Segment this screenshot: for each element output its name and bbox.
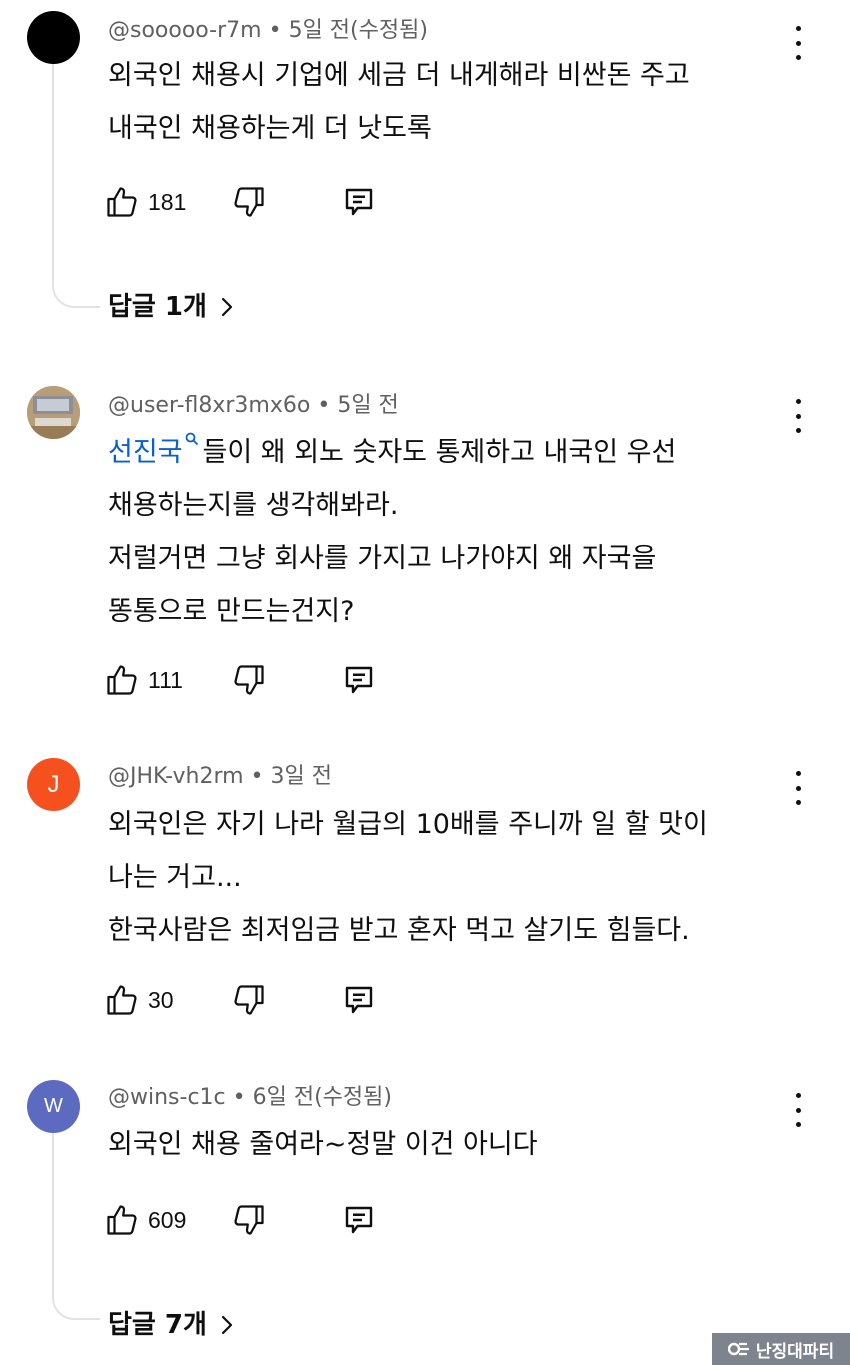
comment-line: 내국인 채용하는게 더 낫도록 xyxy=(108,113,432,144)
comment-time: 6일 전(수정됨) xyxy=(252,1085,392,1110)
reply-button[interactable] xyxy=(341,182,377,222)
comment-text: 외국인 채용시 기업에 세금 더 내게해라 비싼돈 주고 내국인 채용하는게 더… xyxy=(108,49,788,155)
comment-reply-icon xyxy=(345,1206,373,1234)
replies-count: 답글 7개 xyxy=(108,1310,207,1340)
comment-time: 5일 전(수정됨) xyxy=(288,18,428,43)
comment-line: 들이 왜 외노 숫자도 통제하고 내국인 우선 xyxy=(202,437,677,468)
avatar-letter: J xyxy=(47,770,60,798)
dislike-button[interactable] xyxy=(231,980,267,1020)
thumb-up-icon xyxy=(107,985,137,1015)
like-button[interactable]: 30 xyxy=(104,980,174,1020)
meta-separator: • xyxy=(232,1085,246,1110)
avatar-letter: W xyxy=(44,1095,63,1117)
comment-line: 저럴거면 그냥 회사를 가지고 나가야지 왜 자국을 xyxy=(108,543,657,574)
comment-text: 외국인 채용 줄여라~정말 이건 아니다 xyxy=(108,1118,788,1171)
thread-line xyxy=(52,1133,100,1320)
chevron-right-icon xyxy=(221,1315,233,1335)
thumb-up-icon xyxy=(107,187,137,217)
comment-author[interactable]: @sooooo-r7m xyxy=(108,18,262,43)
comment-line: 나는 거고... xyxy=(108,862,242,893)
comment-line: 외국인 채용 줄여라~정말 이건 아니다 xyxy=(108,1129,538,1160)
comment-author[interactable]: @JHK-vh2rm xyxy=(108,764,244,789)
comment-reply-icon xyxy=(345,188,373,216)
dislike-button[interactable] xyxy=(231,182,267,222)
thumb-up-icon xyxy=(107,1205,137,1235)
watermark-text: 난징대파티 xyxy=(755,1341,835,1362)
comment-time: 5일 전 xyxy=(337,393,399,418)
comment-author[interactable]: @wins-c1c xyxy=(108,1085,226,1110)
avatar-photo xyxy=(27,386,80,439)
kebab-menu-icon[interactable] xyxy=(786,26,810,60)
comment-text: 선진국 들이 왜 외노 숫자도 통제하고 내국인 우선 채용하는지를 생각해봐라.… xyxy=(108,426,788,638)
like-count: 30 xyxy=(148,987,174,1013)
thumb-down-icon xyxy=(234,187,264,217)
thumb-down-icon xyxy=(234,1205,264,1235)
meta-separator: • xyxy=(268,18,282,43)
avatar[interactable]: W xyxy=(27,1080,80,1133)
view-replies-button[interactable]: 답글 1개 xyxy=(108,289,235,325)
meta-separator: • xyxy=(250,764,264,789)
thread-line xyxy=(52,64,100,308)
comment-meta: @wins-c1c • 6일 전(수정됨) xyxy=(108,1083,392,1113)
comment-line: 외국인 채용시 기업에 세금 더 내게해라 비싼돈 주고 xyxy=(108,60,690,91)
comment-line: 외국인은 자기 나라 월급의 10배를 주니까 일 할 맛이 xyxy=(108,809,708,840)
comment-time: 3일 전 xyxy=(270,764,333,789)
reply-button[interactable] xyxy=(341,660,377,700)
kebab-menu-icon[interactable] xyxy=(786,771,810,805)
reply-button[interactable] xyxy=(341,1200,377,1240)
comment-line: 똥통으로 만드는건지? xyxy=(108,596,355,627)
comment-text: 외국인은 자기 나라 월급의 10배를 주니까 일 할 맛이 나는 거고... … xyxy=(108,798,788,957)
like-button[interactable]: 181 xyxy=(104,182,186,222)
reply-button[interactable] xyxy=(341,980,377,1020)
chevron-right-icon xyxy=(221,297,233,317)
comment-reply-icon xyxy=(345,986,373,1014)
watermark: 난징대파티 xyxy=(712,1333,850,1365)
kebab-menu-icon[interactable] xyxy=(786,399,810,433)
comment-reply-icon xyxy=(345,666,373,694)
avatar[interactable] xyxy=(27,11,80,64)
replies-count: 답글 1개 xyxy=(108,292,207,322)
like-button[interactable]: 609 xyxy=(104,1200,186,1240)
like-count: 111 xyxy=(148,667,183,693)
avatar[interactable] xyxy=(27,386,80,439)
like-count: 609 xyxy=(148,1207,187,1233)
comment-line: 채용하는지를 생각해봐라. xyxy=(108,490,399,521)
thumb-up-icon xyxy=(107,665,137,695)
view-replies-button[interactable]: 답글 7개 xyxy=(108,1307,235,1343)
site-logo-icon xyxy=(727,1342,749,1356)
dislike-button[interactable] xyxy=(231,1200,267,1240)
avatar[interactable]: J xyxy=(27,758,80,811)
thumb-down-icon xyxy=(234,985,264,1015)
like-button[interactable]: 111 xyxy=(104,660,183,700)
search-link[interactable]: 선진국 xyxy=(108,437,183,468)
meta-separator: • xyxy=(317,393,331,418)
kebab-menu-icon[interactable] xyxy=(786,1093,810,1127)
thumb-down-icon xyxy=(234,665,264,695)
comment-meta: @JHK-vh2rm • 3일 전 xyxy=(108,762,332,792)
comment-line: 한국사람은 최저임금 받고 혼자 먹고 살기도 힘들다. xyxy=(108,915,690,946)
search-icon[interactable] xyxy=(185,432,199,446)
comment-author[interactable]: @user-fl8xr3mx6o xyxy=(108,393,310,418)
comment-meta: @user-fl8xr3mx6o • 5일 전 xyxy=(108,391,399,421)
like-count: 181 xyxy=(148,189,187,215)
comment-meta: @sooooo-r7m • 5일 전(수정됨) xyxy=(108,16,428,46)
dislike-button[interactable] xyxy=(231,660,267,700)
